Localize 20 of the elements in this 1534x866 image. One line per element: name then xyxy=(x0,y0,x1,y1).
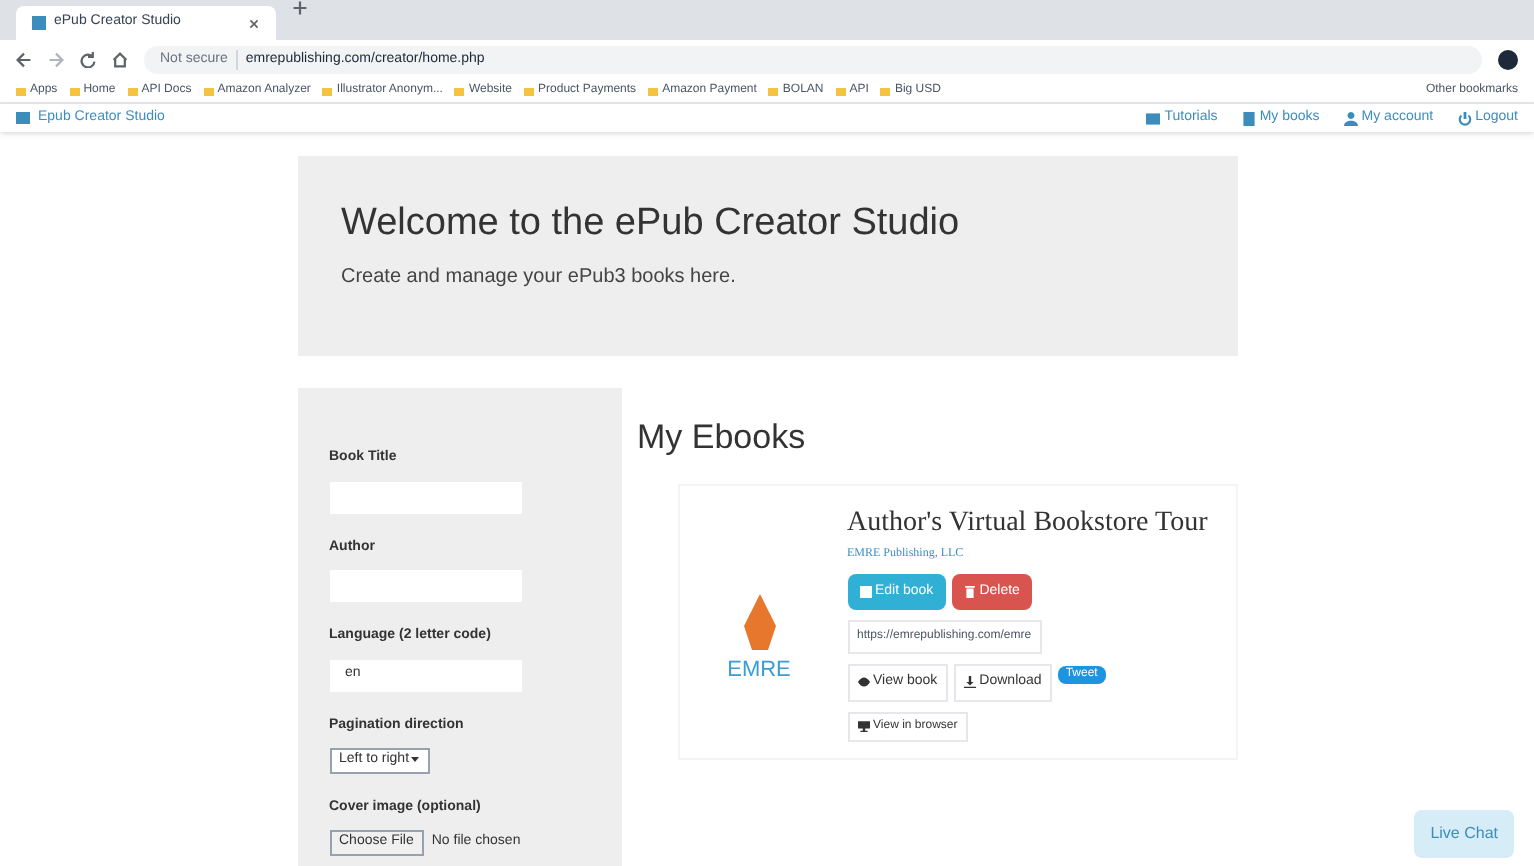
eye-icon xyxy=(857,676,869,689)
cover-text: EMRE xyxy=(727,656,791,687)
section-heading: My Ebooks xyxy=(637,416,808,460)
user-icon xyxy=(1343,111,1358,125)
welcome-subtitle: Create and manage your ePub3 books here. xyxy=(341,263,738,291)
reload-icon[interactable] xyxy=(80,52,96,68)
monitor-icon xyxy=(857,720,869,732)
page-icon xyxy=(32,16,46,30)
close-icon[interactable] xyxy=(248,17,260,29)
caret-icon xyxy=(409,753,420,764)
welcome-title: Welcome to the ePub Creator Studio xyxy=(341,200,962,248)
book-title: Author's Virtual Bookstore Tour xyxy=(847,505,1208,541)
trash-icon xyxy=(963,585,976,598)
avatar-icon[interactable] xyxy=(1498,50,1518,70)
plus-icon[interactable] xyxy=(292,0,308,16)
home-icon[interactable] xyxy=(112,52,128,68)
download-icon xyxy=(963,676,976,689)
power-icon xyxy=(1457,111,1472,125)
pen-nib-icon xyxy=(741,594,777,655)
back-icon[interactable] xyxy=(16,52,32,68)
